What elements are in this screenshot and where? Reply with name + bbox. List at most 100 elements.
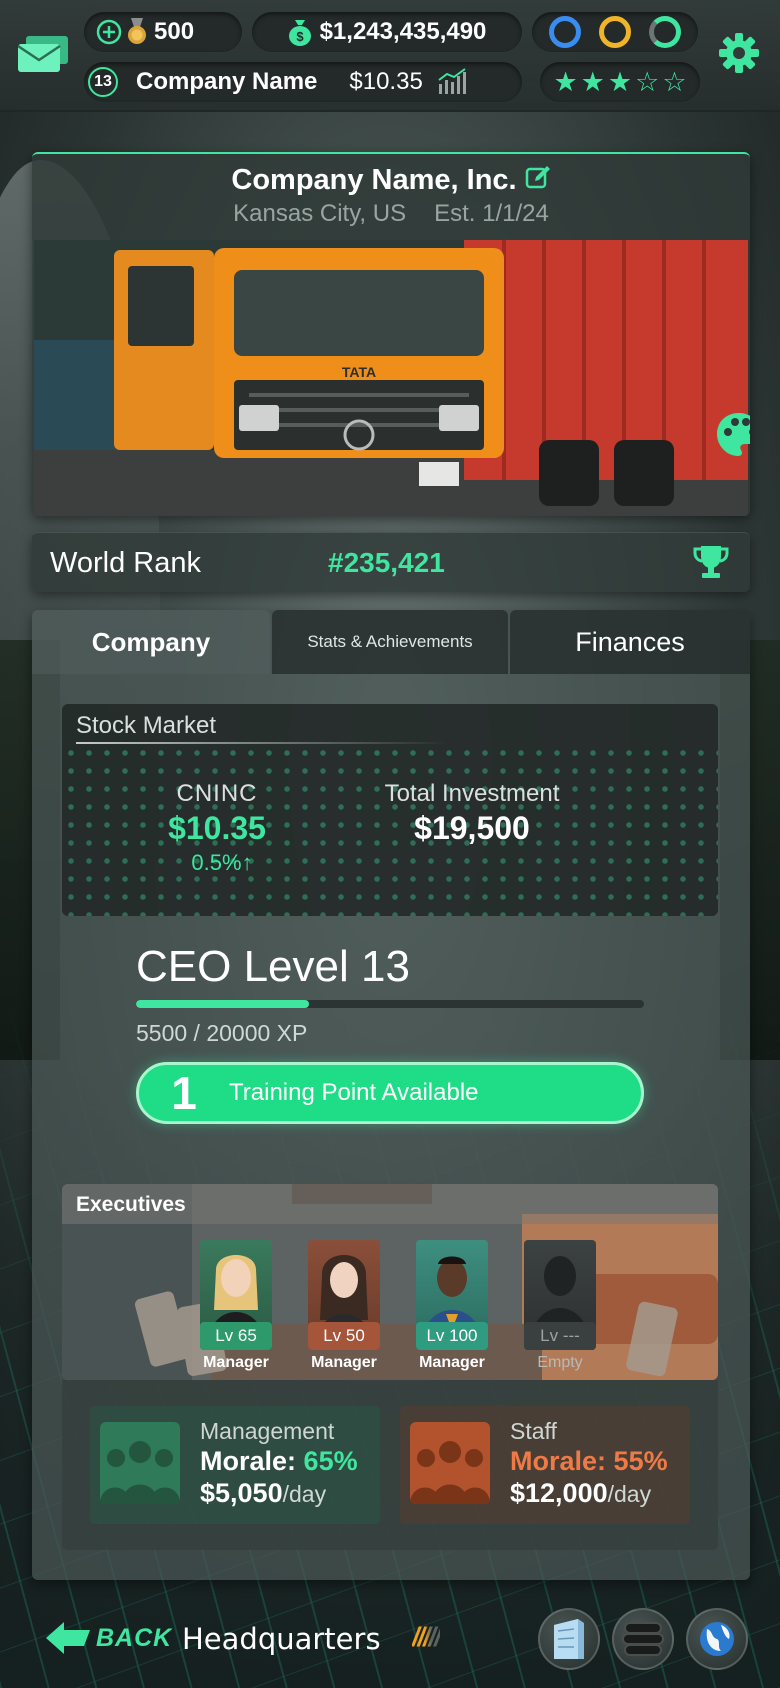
stock-market-title: Stock Market [76,712,217,739]
bottom-bar: BACK Headquarters ///// [0,1592,780,1688]
total-investment-label: Total Investment [384,780,560,807]
executive-role: Empty [537,1354,583,1371]
executive-portrait: Lv 65 [200,1240,272,1350]
company-title-row: Company Name, Inc. [32,164,750,197]
executive-role: Manager [311,1354,377,1371]
executive-portrait: Lv 100 [416,1240,488,1350]
staff-morale-label: Morale: [510,1446,607,1476]
globe-icon [700,1622,734,1656]
gold-ring-icon[interactable] [599,16,631,48]
management-label: Management [200,1418,335,1444]
executive-slot-1[interactable]: Lv 65 Manager [200,1240,272,1372]
tires-icon [622,1622,664,1656]
xp-progress-fill [136,1000,309,1008]
morale-panel: Management Morale: 65% $5,050/day Staff … [62,1380,718,1550]
company-tab-content: Stock Market CNINC $10.35 0.5%↑ Total In… [32,674,750,1580]
mail-icon[interactable] [18,36,68,72]
staff-pay: $12,000/day [510,1478,651,1509]
blue-ring-icon[interactable] [549,16,581,48]
tabs-panel: Company Stats & Achievements Finances St… [32,610,750,1580]
add-credits-icon[interactable] [96,19,122,45]
stock-price: $10.35 [168,810,266,846]
staff-pay-value: $12,000 [510,1478,608,1508]
trophy-icon[interactable] [692,543,730,581]
credits-pill[interactable]: 500 [84,12,242,52]
ceo-level-title: CEO Level 13 [136,942,410,991]
back-label: BACK [96,1623,173,1652]
top-hud: 500 $ $1,243,435,490 13 Company Name $10… [0,0,780,112]
executives-title: Executives [76,1193,186,1216]
stock-change-value: 0.5% [191,850,242,875]
gear-icon[interactable] [718,32,760,74]
company-pill[interactable]: 13 Company Name $10.35 [84,62,522,102]
slashes-text: ///// [412,1622,441,1652]
nav-globe-button[interactable] [686,1608,748,1670]
management-morale: Morale: 65% [200,1446,358,1477]
star-filled-icon: ★ [607,66,633,98]
palette-icon[interactable] [714,410,750,460]
world-rank-label: World Rank [50,547,201,579]
stock-market-panel[interactable]: Stock Market CNINC $10.35 0.5%↑ Total In… [62,704,718,916]
edit-icon[interactable] [525,165,551,191]
xp-text: 5500 / 20000 XP [136,1020,308,1046]
xp-progress-bar [136,1000,644,1008]
executive-portrait: Lv --- [524,1240,596,1350]
stock-title-underline [76,742,448,744]
staff-morale-card[interactable]: Staff Morale: 55% $12,000/day [400,1406,690,1524]
cash-pill: $ $1,243,435,490 [252,12,522,52]
company-location: Kansas City, US [233,200,407,227]
star-filled-icon: ★ [553,66,578,98]
back-button[interactable]: BACK [46,1610,172,1666]
svg-text:TATA: TATA [342,364,376,380]
training-point-button[interactable]: 1 Training Point Available [136,1062,644,1124]
executive-role: Manager [203,1354,269,1371]
training-point-count: 1 [171,1067,197,1119]
world-rank-value: #235,421 [328,547,445,578]
arrow-up-icon: ↑ [241,850,253,875]
management-pay-unit: /day [282,1481,327,1507]
executive-role: Manager [419,1354,485,1371]
management-pay: $5,050/day [200,1478,326,1509]
staff-morale-value: 55% [613,1446,668,1476]
executive-level: Lv 50 [308,1322,380,1350]
green-ring-icon[interactable] [649,16,681,48]
slashes-decoration: ///// [412,1622,441,1653]
executive-slot-4[interactable]: Lv --- Empty [524,1240,596,1372]
nav-tires-button[interactable] [612,1608,674,1670]
location-label: Headquarters [182,1622,381,1656]
executive-level: Lv 65 [200,1322,272,1350]
management-morale-card[interactable]: Management Morale: 65% $5,050/day [90,1406,380,1524]
tab-company[interactable]: Company [32,610,270,674]
company-established: Est. 1/1/24 [434,200,549,227]
tab-stats-achievements[interactable]: Stats & Achievements [272,610,508,674]
company-subtitle: Kansas City, US Est. 1/1/24 [32,200,750,228]
staff-label: Staff [510,1418,557,1444]
progress-rings[interactable] [532,12,698,52]
executives-panel: Executives Lv 65 Manager Lv 50 Manager L… [62,1184,718,1380]
executive-slot-3[interactable]: Lv 100 Manager [416,1240,488,1372]
truck-illustration: TATA [34,240,748,516]
management-group-icon [100,1422,180,1504]
training-point-label: Training Point Available [229,1079,479,1106]
tab-finances[interactable]: Finances [510,610,750,674]
star-empty-icon: ☆ [662,66,687,98]
staff-group-icon [410,1422,490,1504]
star-empty-icon: ☆ [635,66,660,98]
management-morale-label: Morale: [200,1446,297,1476]
company-rating-stars: ★ ★ ★ ☆ ☆ [540,62,700,102]
nav-building-button[interactable] [538,1608,600,1670]
money-bag-icon: $ [288,20,311,46]
share-price: $10.35 [349,68,423,95]
svg-text:$: $ [296,29,304,44]
world-rank-card[interactable]: World Rank #235,421 [32,532,750,592]
staff-pay-unit: /day [607,1481,652,1507]
cash-value: $1,243,435,490 [319,18,487,45]
company-header-card: Company Name, Inc. Kansas City, US Est. 1… [32,152,750,516]
back-arrow-icon [46,1622,90,1654]
staff-morale: Morale: 55% [510,1446,668,1477]
stock-chart-icon[interactable] [437,68,467,96]
executive-slot-2[interactable]: Lv 50 Manager [308,1240,380,1372]
credits-value: 500 [154,18,195,45]
building-icon [554,1619,584,1659]
stock-ticker: CNINC [176,780,258,807]
